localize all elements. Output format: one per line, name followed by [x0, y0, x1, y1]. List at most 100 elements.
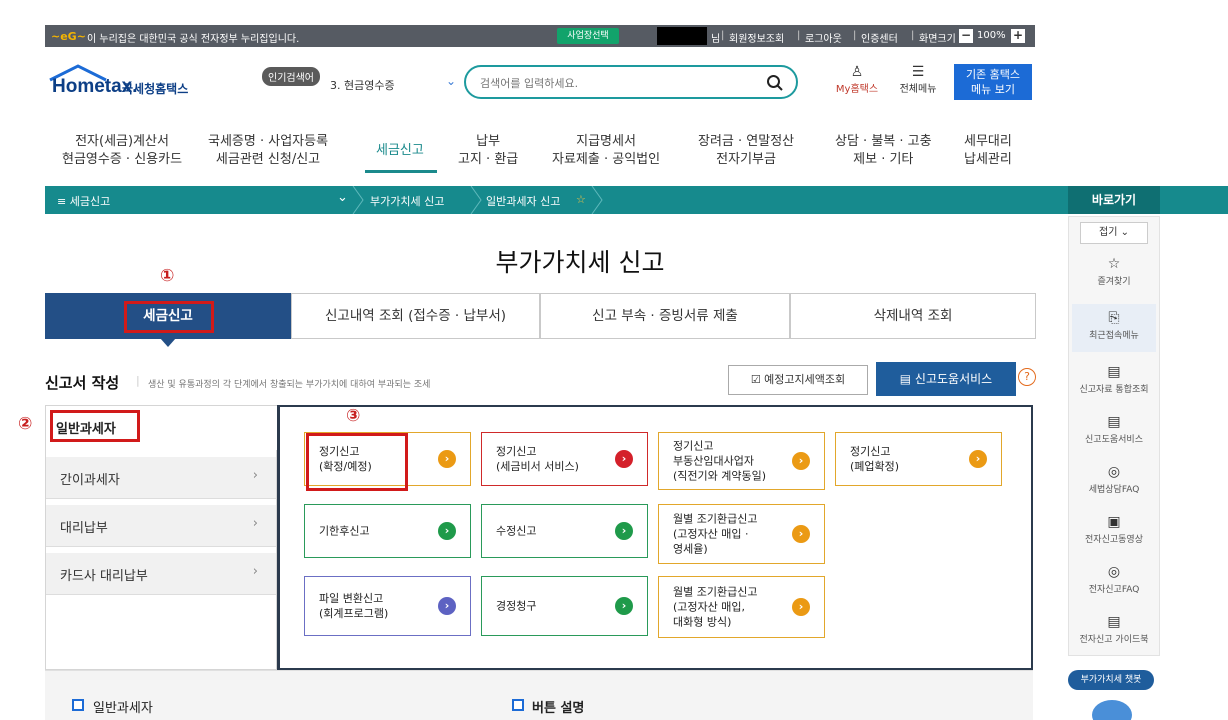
- list-item-simplified[interactable]: 간이과세자 ›: [46, 457, 276, 499]
- arrow-right-icon: ›: [792, 598, 810, 616]
- active-tab-pointer: [160, 338, 176, 347]
- filing-help-button[interactable]: ▤ 신고도움서비스: [876, 362, 1016, 396]
- card-correction-claim[interactable]: 경정청구 ›: [481, 576, 648, 636]
- list-item-label: 간이과세자: [60, 473, 120, 488]
- chevron-right-icon: ›: [252, 468, 258, 483]
- quick-data-lookup[interactable]: ▤ 신고자료 통합조회: [1068, 364, 1160, 395]
- search-icon[interactable]: [766, 74, 784, 92]
- quick-menu-title: 바로가기: [1068, 186, 1160, 214]
- user-suffix: 님: [711, 34, 721, 45]
- notice-tax-lookup-button[interactable]: ☑ 예정고지세액조회: [728, 365, 868, 395]
- play-icon: ▣: [1107, 514, 1121, 530]
- chatbot-icon[interactable]: [1092, 700, 1132, 720]
- book-icon: ▤: [1107, 414, 1121, 430]
- bottom-left-title: 일반과세자: [93, 701, 153, 716]
- gnb-einvoice[interactable]: 전자(세금)계산서 현금영수증 · 신용카드: [62, 133, 182, 169]
- chat-icon: ◎: [1107, 464, 1121, 480]
- arrow-right-icon: ›: [438, 450, 456, 468]
- member-info-link[interactable]: 회원정보조회: [729, 30, 784, 45]
- card-closure-filing[interactable]: 정기신고 (폐업확정) ›: [835, 432, 1002, 486]
- gnb-payment-statement[interactable]: 지급명세서 자료제출 · 공익법인: [552, 133, 660, 169]
- arrow-right-icon: ›: [615, 450, 633, 468]
- zoom-in-button[interactable]: +: [1011, 29, 1025, 43]
- gnb-certificate[interactable]: 국세증명 · 사업자등록 세금관련 신청/신고: [208, 133, 328, 169]
- card-monthly-refund[interactable]: 월별 조기환급신고 (고정자산 매입 · 영세율) ›: [658, 504, 825, 564]
- search-input[interactable]: [480, 74, 750, 92]
- fold-button[interactable]: 접기 ⌄: [1080, 222, 1148, 244]
- user-name-redacted: [657, 27, 707, 45]
- my-hometax-button[interactable]: ♙ My홈택스: [832, 64, 882, 95]
- book-icon: ▤: [1107, 364, 1121, 380]
- breadcrumb-menu[interactable]: ≡ 세금신고: [57, 193, 110, 209]
- chevron-right-icon: ›: [252, 564, 258, 579]
- old-menu-line2: 메뉴 보기: [971, 83, 1015, 96]
- gnb-incentive[interactable]: 장려금 · 연말정산 전자기부금: [698, 133, 794, 169]
- gnb-tax-filing[interactable]: 세금신고: [376, 142, 424, 160]
- star-icon: ☆: [1107, 256, 1121, 272]
- list-item-label: 카드사 대리납부: [60, 569, 148, 584]
- chevron-right-icon: ›: [252, 516, 258, 531]
- list-item-card-proxy[interactable]: 카드사 대리납부 ›: [46, 553, 276, 595]
- quick-faq[interactable]: ◎ 세법상담FAQ: [1068, 464, 1160, 495]
- breadcrumb: ≡ 세금신고 ⌄ 부가가치세 신고 일반과세자 신고 ☆: [45, 186, 1228, 214]
- breadcrumb-vat[interactable]: 부가가치세 신고: [370, 193, 444, 209]
- popular-search-term[interactable]: 3. 현금영수증: [330, 77, 395, 93]
- recent-icon: ⎘: [1108, 310, 1120, 326]
- old-menu-button[interactable]: 기존 홈택스 메뉴 보기: [954, 64, 1032, 100]
- quick-favorites[interactable]: ☆ 즐겨찾기: [1068, 256, 1160, 287]
- tab-deleted[interactable]: 삭제내역 조회: [790, 293, 1036, 339]
- list-item-proxy-payment[interactable]: 대리납부 ›: [46, 505, 276, 547]
- book-icon: ▤: [1107, 614, 1121, 630]
- gnb-active-underline: [365, 170, 437, 173]
- breadcrumb-separator-icon: [591, 186, 603, 214]
- arrow-right-icon: ›: [792, 452, 810, 470]
- business-select-button[interactable]: 사업장선택: [557, 28, 619, 44]
- search-box: [464, 65, 798, 99]
- zoom-out-button[interactable]: −: [959, 29, 973, 43]
- card-file-conversion[interactable]: 파일 변환신고 (회계프로그램) ›: [304, 576, 471, 636]
- card-late-filing[interactable]: 기한후신고 ›: [304, 504, 471, 558]
- chevron-down-icon[interactable]: ⌄: [337, 190, 348, 205]
- screen-size-label: 화면크기: [919, 34, 956, 45]
- card-amended-filing[interactable]: 수정신고 ›: [481, 504, 648, 558]
- quick-recent-menu[interactable]: ⎘ 최근접속메뉴: [1068, 310, 1160, 341]
- page-title: 부가가치세 신고: [495, 248, 665, 277]
- breadcrumb-separator-icon: [470, 186, 482, 214]
- all-menu-button[interactable]: ☰ 전체메뉴: [893, 64, 943, 95]
- favorite-star-icon[interactable]: ☆: [576, 193, 586, 206]
- hamburger-icon: ☰: [911, 64, 925, 80]
- section-description: 생산 및 유통과정의 각 단계에서 창출되는 부가가치에 대하여 부과되는 조세: [148, 380, 431, 390]
- quick-efiling-faq[interactable]: ◎ 전자신고FAQ: [1068, 564, 1160, 595]
- annotation-1: ①: [160, 266, 175, 286]
- quick-help-service[interactable]: ▤ 신고도움서비스: [1068, 414, 1160, 445]
- chevron-down-icon[interactable]: ⌄: [446, 74, 456, 88]
- bottom-right-title: 버튼 설명: [532, 701, 585, 716]
- tab-history[interactable]: 신고내역 조회 (접수증 · 납부서): [291, 293, 540, 339]
- top-utility-bar: ~eG~ 이 누리집은 대한민국 공식 전자정부 누리집입니다. 사업장선택 님…: [45, 25, 1035, 47]
- breadcrumb-general[interactable]: 일반과세자 신고: [486, 193, 560, 209]
- gnb-consult[interactable]: 상담 · 불복 · 고충 제보 · 기타: [835, 133, 932, 169]
- quick-video[interactable]: ▣ 전자신고동영상: [1068, 514, 1160, 545]
- list-item-label: 대리납부: [60, 521, 108, 536]
- section-title: 신고서 작성: [45, 374, 120, 392]
- arrow-right-icon: ›: [615, 597, 633, 615]
- card-monthly-refund-interactive[interactable]: 월별 조기환급신고 (고정자산 매입, 대화형 방식) ›: [658, 576, 825, 638]
- card-tax-secretary[interactable]: 정기신고 (세금비서 서비스) ›: [481, 432, 648, 486]
- auth-center-link[interactable]: 인증센터: [861, 30, 898, 45]
- checkbox-icon: [72, 699, 84, 711]
- hometax-logo-subtitle: 국세청홈택스: [122, 82, 189, 96]
- checkbox-icon: [512, 699, 524, 711]
- popular-search-badge: 인기검색어: [262, 67, 320, 86]
- gov-notice-text: 이 누리집은 대한민국 공식 전자정부 누리집입니다.: [87, 34, 300, 45]
- gnb-payment[interactable]: 납부 고지 · 환급: [458, 133, 518, 169]
- quick-guidebook[interactable]: ▤ 전자신고 가이드북: [1068, 614, 1160, 645]
- arrow-right-icon: ›: [969, 450, 987, 468]
- vat-chatbot-button[interactable]: 부가가치세 챗봇: [1068, 670, 1154, 690]
- logout-link[interactable]: 로그아웃: [805, 30, 842, 45]
- highlight-box-1: [124, 301, 214, 333]
- tab-attachments[interactable]: 신고 부속 · 증빙서류 제출: [540, 293, 790, 339]
- breadcrumb-separator-icon: [352, 186, 364, 214]
- gnb-tax-agent[interactable]: 세무대리 납세관리: [964, 133, 1012, 169]
- help-question-icon[interactable]: ?: [1018, 368, 1036, 386]
- card-rental-business[interactable]: 정기신고 부동산임대사업자 (직전기와 계약동일) ›: [658, 432, 825, 490]
